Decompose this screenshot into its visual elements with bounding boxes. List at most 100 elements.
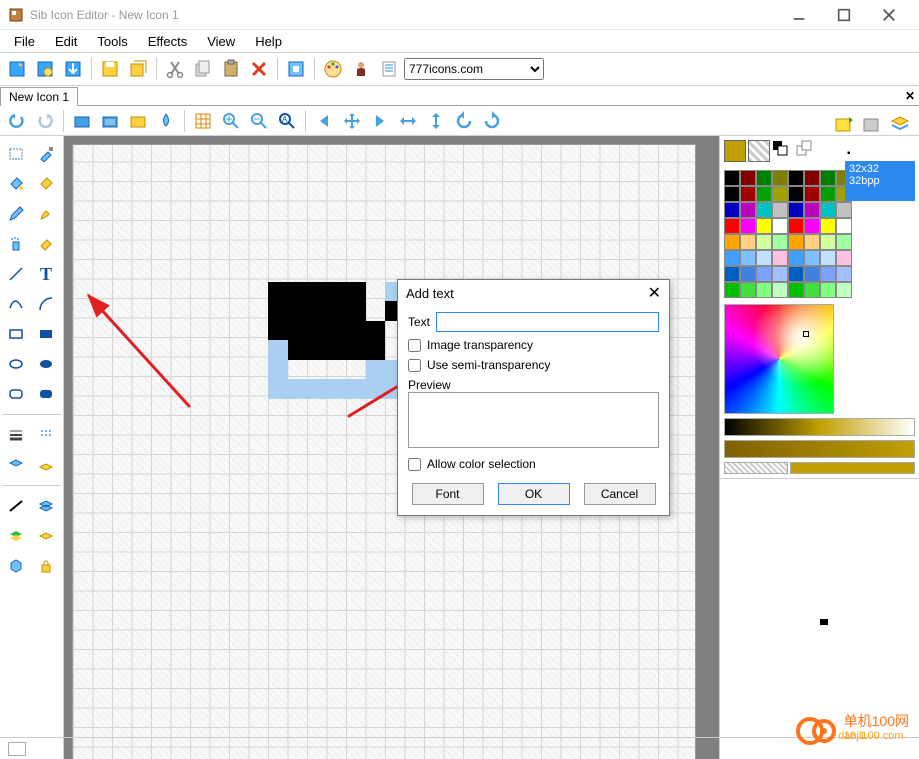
url-combo[interactable]: 777icons.com [404,58,544,80]
eraser-tool[interactable] [32,230,60,258]
brush-tool[interactable] [32,200,60,228]
tab-close[interactable]: ✕ [901,87,919,105]
color-swatch[interactable] [740,218,756,234]
color-swatch[interactable] [788,218,804,234]
color-swatch[interactable] [772,250,788,266]
color-swatch[interactable] [788,170,804,186]
extract-icon[interactable] [60,56,86,82]
paste-icon[interactable] [218,56,244,82]
color-swatch[interactable] [820,234,836,250]
color-swatch[interactable] [820,266,836,282]
layer-item[interactable]: 32x32 32bpp [845,161,915,201]
color-swatch[interactable] [788,282,804,298]
rotate-right-icon[interactable] [479,108,505,134]
test-icon[interactable] [283,56,309,82]
wizard-icon[interactable] [348,56,374,82]
color-swatch[interactable] [804,170,820,186]
delete-icon[interactable] [246,56,272,82]
image-transparency-checkbox[interactable] [408,339,421,352]
lock-icon[interactable] [32,552,60,580]
color-swatch[interactable] [740,266,756,282]
color-swatch[interactable] [836,234,852,250]
color-swatch[interactable] [740,234,756,250]
arrows-move-icon[interactable] [339,108,365,134]
rect-fill-tool[interactable] [32,320,60,348]
fg-color-swatch[interactable] [724,140,746,162]
merge-icon[interactable] [2,522,30,550]
minimize-button[interactable] [776,0,821,30]
pen-width-icon[interactable] [2,492,30,520]
maximize-button[interactable] [821,0,866,30]
color-swatch[interactable] [740,186,756,202]
color-swatch[interactable] [836,282,852,298]
color-swatch[interactable] [724,266,740,282]
roundrect-fill-tool[interactable] [32,380,60,408]
color-swatch[interactable] [820,170,836,186]
arc-tool[interactable] [32,290,60,318]
color-swatch[interactable] [804,282,820,298]
zoom-out-icon[interactable] [246,108,272,134]
cancel-button[interactable]: Cancel [584,483,656,505]
new-icon[interactable] [4,56,30,82]
color-swatch[interactable] [772,218,788,234]
color-swatch[interactable] [788,250,804,266]
color-swatch[interactable] [836,250,852,266]
color-swatch[interactable] [724,250,740,266]
color-swatch[interactable] [724,186,740,202]
color-swatch[interactable] [724,170,740,186]
stroke-size-icon[interactable] [2,421,30,449]
text-tool[interactable]: T [32,260,60,288]
color-swatch[interactable] [804,234,820,250]
color-swatch[interactable] [756,234,772,250]
bucket-tool[interactable] [2,170,30,198]
copy-icon[interactable] [190,56,216,82]
cube-icon[interactable] [2,552,30,580]
saturation-slider[interactable] [724,440,915,458]
color-swatch[interactable] [788,266,804,282]
color-swatch[interactable] [836,266,852,282]
color-swatch[interactable] [740,170,756,186]
color-swatch[interactable] [820,250,836,266]
rotate-left-icon[interactable] [451,108,477,134]
color-swatch[interactable] [804,186,820,202]
color-swatch[interactable] [820,282,836,298]
arrow-right-icon[interactable] [367,108,393,134]
color-swatch[interactable] [772,282,788,298]
color-swatch[interactable] [756,282,772,298]
save-all-icon[interactable] [125,56,151,82]
drop-icon[interactable] [153,108,179,134]
color-swatch[interactable] [740,250,756,266]
layer-fg-icon[interactable] [2,451,30,479]
layer3-icon[interactable] [125,108,151,134]
color-swatch[interactable] [772,170,788,186]
redo-icon[interactable] [32,108,58,134]
zoom-in-icon[interactable] [218,108,244,134]
color-swatch[interactable] [772,266,788,282]
close-button[interactable] [866,0,911,30]
rect-tool[interactable] [2,320,30,348]
color-reset-icon[interactable] [796,140,818,162]
color-swatch[interactable] [772,202,788,218]
arrows-vert-icon[interactable] [423,108,449,134]
line-tool[interactable] [2,260,30,288]
gradient-tool[interactable] [32,170,60,198]
smooth-icon[interactable] [32,492,60,520]
color-swatch[interactable] [820,186,836,202]
roundrect-tool[interactable] [2,380,30,408]
properties-icon[interactable] [376,56,402,82]
color-swatch[interactable] [804,250,820,266]
color-swatch[interactable] [772,186,788,202]
layers-icon[interactable] [887,112,913,138]
color-swatch[interactable] [804,266,820,282]
color-swatch[interactable] [756,170,772,186]
color-swatch[interactable] [724,218,740,234]
color-swap-icon[interactable] [772,140,794,162]
arrows-horiz-icon[interactable] [395,108,421,134]
color-swatch[interactable] [788,234,804,250]
layer1-icon[interactable] [69,108,95,134]
color-swatch[interactable] [756,250,772,266]
color-swatch[interactable] [804,202,820,218]
layer2-icon[interactable] [97,108,123,134]
semi-transparency-checkbox[interactable] [408,359,421,372]
open-icon[interactable] [32,56,58,82]
